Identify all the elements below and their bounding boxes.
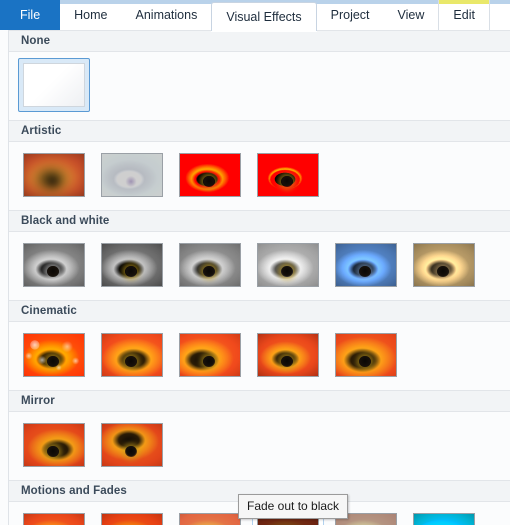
effect-item[interactable] — [408, 238, 480, 292]
flower-thumbnail-image — [258, 334, 318, 376]
effect-item[interactable] — [174, 508, 246, 525]
section-body — [9, 322, 510, 390]
section-header: Black and white — [9, 210, 510, 232]
section-header: Mirror — [9, 390, 510, 412]
flower-thumbnail-image — [180, 244, 240, 286]
flower-thumbnail-image — [336, 334, 396, 376]
effect-thumbnail — [23, 63, 85, 107]
effect-thumbnail — [23, 153, 85, 197]
effect-item[interactable] — [18, 328, 90, 382]
effect-thumbnail — [257, 243, 319, 287]
ribbon-tab-bar: File Home Animations Visual Effects Project V… — [0, 0, 510, 32]
effect-thumbnail — [335, 333, 397, 377]
flower-thumbnail-image — [102, 244, 162, 286]
flower-thumbnail-image — [102, 514, 162, 525]
flower-thumbnail-image — [102, 334, 162, 376]
effect-item[interactable] — [96, 328, 168, 382]
effect-item[interactable] — [252, 238, 324, 292]
section-body — [9, 412, 510, 480]
flower-thumbnail-image — [24, 154, 84, 196]
effect-thumbnail — [23, 333, 85, 377]
flower-thumbnail-image — [180, 154, 240, 196]
effect-thumbnail — [101, 513, 163, 525]
flower-thumbnail-image — [336, 244, 396, 286]
ribbon-tab-label: File — [20, 8, 41, 22]
effect-item[interactable] — [18, 418, 90, 472]
ribbon-tab-label: Edit — [453, 8, 475, 22]
flower-thumbnail-image — [180, 334, 240, 376]
effect-item[interactable] — [96, 418, 168, 472]
effect-thumbnail — [23, 243, 85, 287]
ribbon-tab-project[interactable]: Project — [317, 0, 384, 30]
section-body — [9, 52, 510, 120]
ribbon-tab-visual-effects[interactable]: Visual Effects — [211, 2, 317, 32]
ribbon-tab-edit[interactable]: Edit — [438, 0, 490, 30]
effect-item[interactable] — [174, 148, 246, 202]
effect-item[interactable] — [330, 328, 402, 382]
effect-item[interactable] — [18, 148, 90, 202]
flower-thumbnail-image — [414, 514, 474, 525]
effect-thumbnail — [179, 513, 241, 525]
ribbon-tab-label: Visual Effects — [226, 10, 302, 24]
effect-item[interactable] — [96, 148, 168, 202]
ribbon-tab-view[interactable]: View — [384, 0, 439, 30]
flower-thumbnail-image — [414, 244, 474, 286]
effects-gallery[interactable]: None Artistic Black and white Cinematic Mirr… — [0, 30, 510, 525]
effect-item[interactable] — [96, 508, 168, 525]
ribbon-tab-label: Animations — [135, 8, 198, 22]
ribbon-tab-label: Home — [74, 8, 108, 22]
effect-thumbnail — [101, 423, 163, 467]
section-header: Cinematic — [9, 300, 510, 322]
effect-item[interactable] — [174, 238, 246, 292]
flower-thumbnail-image — [258, 244, 318, 286]
effect-tooltip: Fade out to black — [238, 494, 349, 519]
effect-item[interactable] — [18, 238, 90, 292]
section-header: None — [9, 30, 510, 52]
effect-item[interactable] — [408, 508, 480, 525]
section-header: Artistic — [9, 120, 510, 142]
effect-thumbnail — [101, 243, 163, 287]
effect-thumbnail — [257, 333, 319, 377]
effect-thumbnail — [257, 153, 319, 197]
effect-thumbnail — [413, 243, 475, 287]
effect-item[interactable] — [18, 508, 90, 525]
effect-item[interactable] — [252, 328, 324, 382]
section-body — [9, 232, 510, 300]
ribbon-tab-home[interactable]: Home — [60, 0, 121, 30]
effect-item[interactable] — [96, 238, 168, 292]
effect-thumbnail — [23, 423, 85, 467]
effect-thumbnail — [179, 333, 241, 377]
flower-thumbnail-image — [24, 424, 84, 466]
effect-thumbnail — [101, 333, 163, 377]
ribbon-tab-animations[interactable]: Animations — [122, 0, 212, 30]
visual-effects-gallery-window: File Home Animations Visual Effects Project V… — [0, 0, 510, 525]
flower-thumbnail-image — [24, 334, 84, 376]
flower-thumbnail-image — [102, 154, 162, 196]
effect-item[interactable] — [18, 58, 90, 112]
effects-gallery-content: None Artistic Black and white Cinematic Mirr… — [8, 30, 510, 525]
flower-thumbnail-image — [258, 154, 318, 196]
effect-thumbnail — [413, 513, 475, 525]
effect-item[interactable] — [252, 148, 324, 202]
contextual-tab-band — [439, 0, 489, 4]
flower-thumbnail-image — [24, 514, 84, 525]
effect-thumbnail — [335, 243, 397, 287]
ribbon-tabs: File Home Animations Visual Effects Project V… — [0, 0, 490, 32]
ribbon-tab-file[interactable]: File — [0, 0, 61, 30]
flower-thumbnail-image — [24, 244, 84, 286]
section-body — [9, 142, 510, 210]
effect-thumbnail — [179, 153, 241, 197]
effect-thumbnail — [23, 513, 85, 525]
flower-thumbnail-image — [102, 424, 162, 466]
effect-item[interactable] — [330, 238, 402, 292]
effect-thumbnail — [101, 153, 163, 197]
effect-item[interactable] — [174, 328, 246, 382]
effect-thumbnail — [179, 243, 241, 287]
flower-thumbnail-image — [180, 514, 240, 525]
ribbon-tab-label: View — [397, 8, 425, 22]
ribbon-tab-label: Project — [330, 8, 370, 22]
